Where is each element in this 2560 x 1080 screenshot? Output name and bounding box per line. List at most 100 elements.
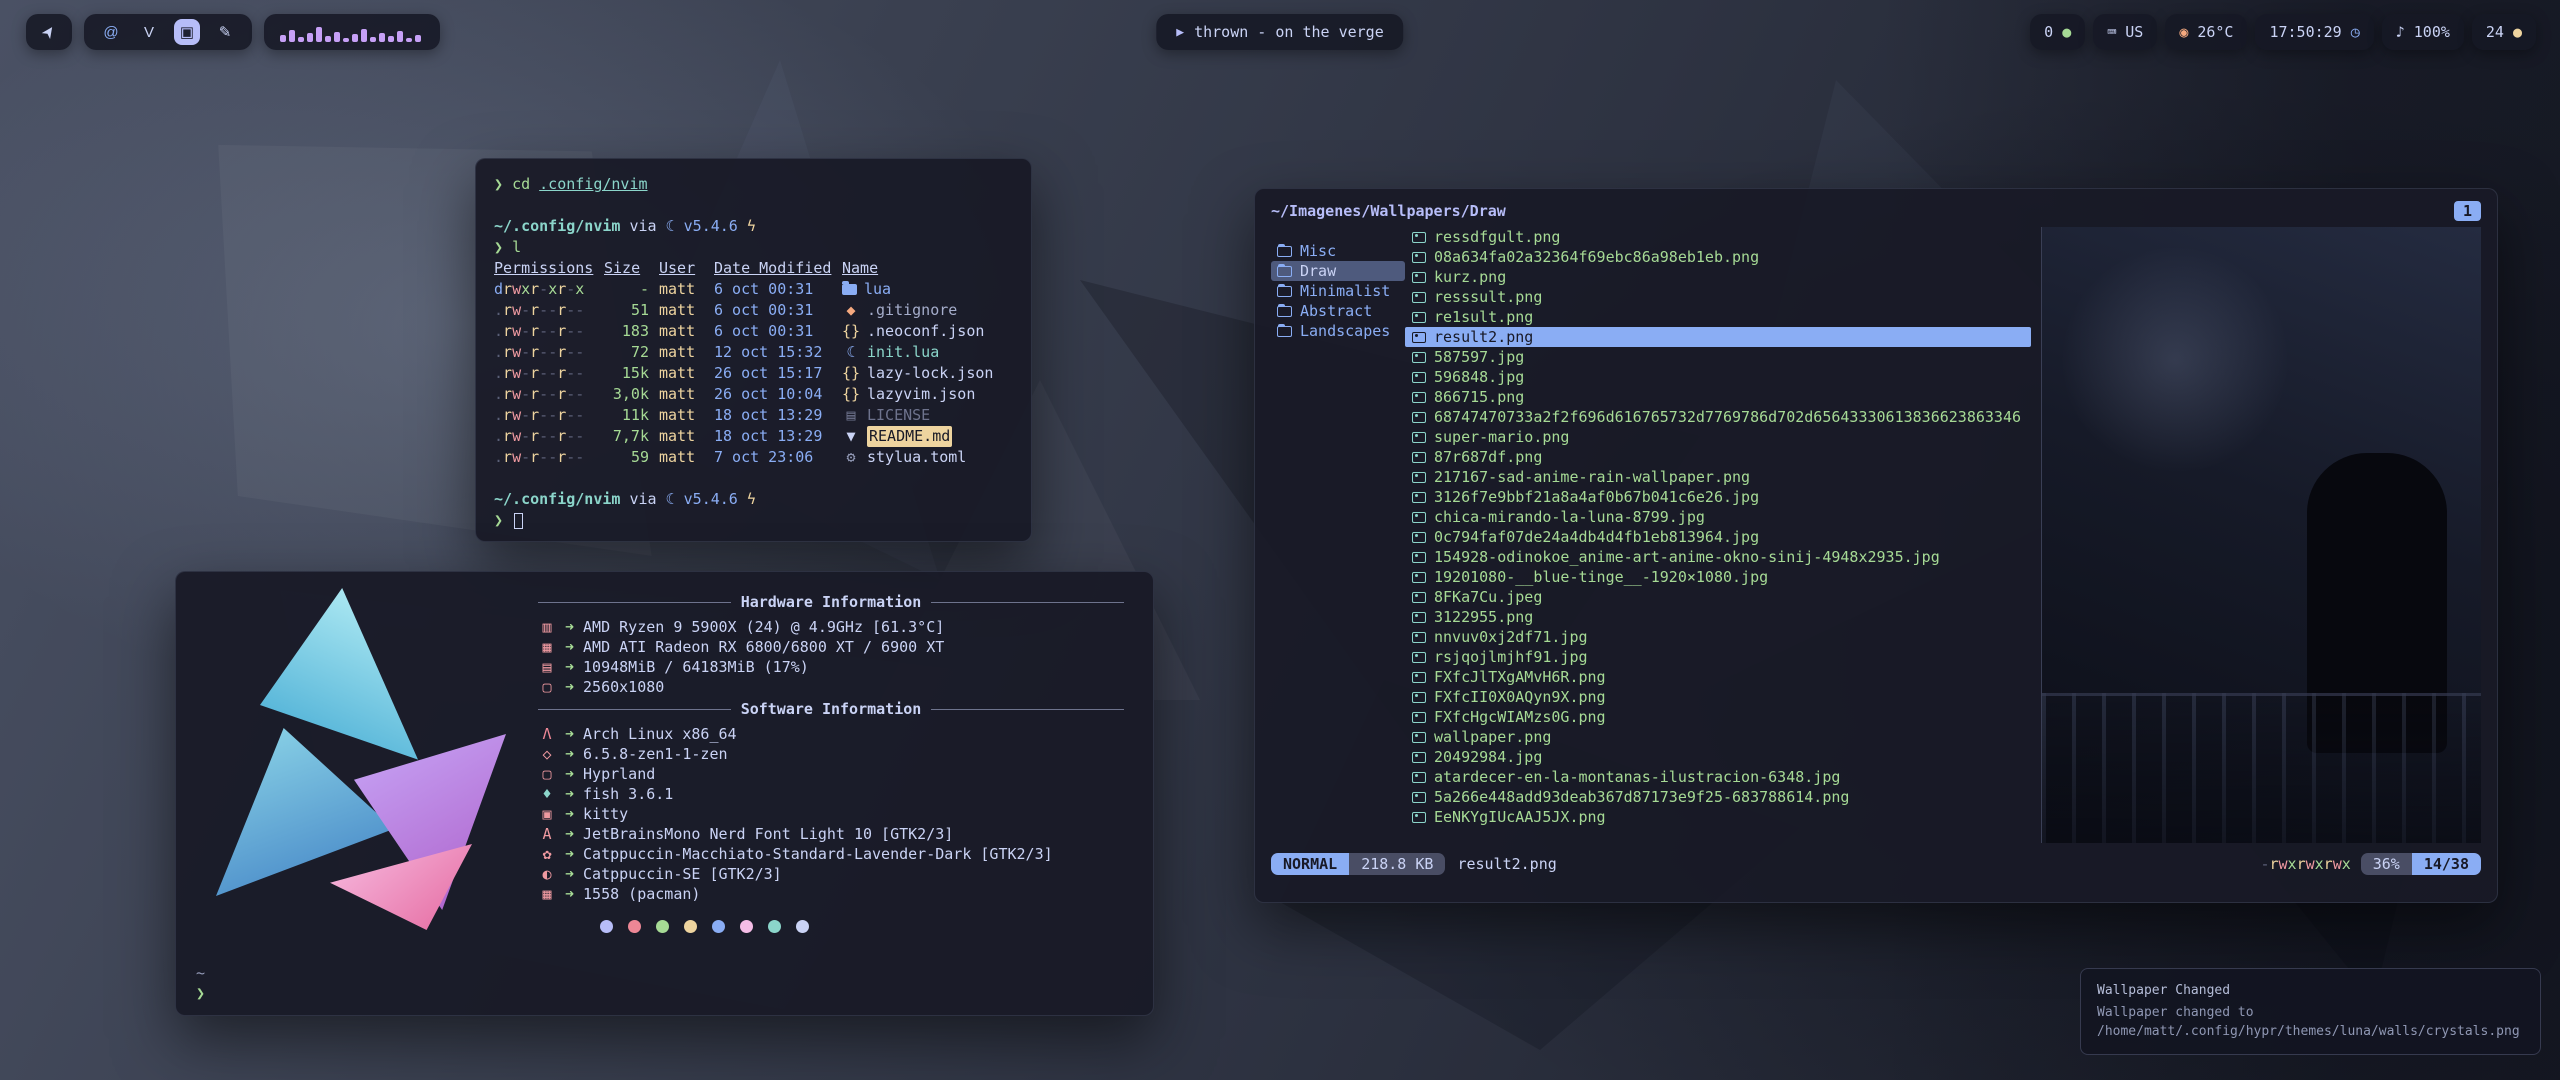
file-item[interactable]: 08a634fa02a32364f69ebc86a98eb1eb.png <box>1405 247 2031 267</box>
file-item[interactable]: 587597.jpg <box>1405 347 2031 367</box>
info-text: 6.5.8-zen1-1-zen <box>583 744 728 764</box>
file-item[interactable]: 3126f7e9bbf21a8a4af0b67b041c6e26.jpg <box>1405 487 2031 507</box>
file-item[interactable]: EeNKYgIUcAAJ5JX.png <box>1405 807 2031 827</box>
dock-item[interactable]: @ <box>98 19 124 45</box>
tab-badge[interactable]: 1 <box>2454 201 2481 221</box>
file-item[interactable]: rsjqojlmjhf91.jpg <box>1405 647 2031 667</box>
file-date: 18 oct 13:29 <box>714 426 832 447</box>
dock-item[interactable]: V <box>136 19 162 45</box>
info-line: ▣ ➜ kitty <box>538 804 1124 824</box>
file-item[interactable]: 3122955.png <box>1405 607 2031 627</box>
logo-triangle <box>216 728 394 896</box>
column-header: Date Modified <box>714 258 832 279</box>
file-item[interactable]: 87r687df.png <box>1405 447 2031 467</box>
file-item[interactable]: FXfcJlTXgAMvH6R.png <box>1405 667 2031 687</box>
status-module[interactable]: ◉ 26°C <box>2165 14 2247 50</box>
breadcrumb-path: ~/Imagenes/Wallpapers/Draw <box>1271 201 1506 221</box>
status-module[interactable]: ● 24 <box>2472 14 2536 50</box>
file-item[interactable]: resssult.png <box>1405 287 2031 307</box>
file-item[interactable]: 596848.jpg <box>1405 367 2031 387</box>
software-section-header: Software Information <box>538 699 1124 719</box>
info-text: Arch Linux x86_64 <box>583 724 737 744</box>
file-name: {} .neoconf.json <box>842 321 1013 342</box>
file-item[interactable]: 217167-sad-anime-rain-wallpaper.png <box>1405 467 2031 487</box>
directory-item[interactable]: Minimalist <box>1271 281 1405 301</box>
file-item-name: 587597.jpg <box>1434 347 1524 367</box>
table-row: .rw-r--r-- 3,0k matt 26 oct 10:04 {} laz… <box>494 384 1013 405</box>
image-icon <box>1412 552 1426 563</box>
topbar-left: ➤ @ V ▣ ✎ <box>26 14 440 50</box>
palette-dot <box>740 920 753 933</box>
status-module[interactable]: ◷ 17:50:29 <box>2255 14 2373 50</box>
file-owner: matt <box>659 405 704 426</box>
dock-item[interactable]: ▣ <box>174 19 200 45</box>
file-name-text: LICENSE <box>867 405 930 426</box>
info-line: ▤ ➜ 10948MiB / 64183MiB (17%) <box>538 657 1124 677</box>
command-arg: .config/nvim <box>539 175 647 193</box>
file-item[interactable]: re1sult.png <box>1405 307 2031 327</box>
file-item[interactable]: 19201080-__blue-tinge__-1920×1080.jpg <box>1405 567 2031 587</box>
file-name-text: .neoconf.json <box>867 321 984 342</box>
file-item[interactable]: 8FKa7Cu.jpeg <box>1405 587 2031 607</box>
palette-dot <box>656 920 669 933</box>
directory-item[interactable]: Draw <box>1271 261 1405 281</box>
status-icon: ♪ <box>2396 23 2405 41</box>
command-text: cd <box>512 175 530 193</box>
file-item[interactable]: atardecer-en-la-montanas-ilustracion-634… <box>1405 767 2031 787</box>
permissions: .rw-r--r-- <box>494 426 594 447</box>
image-icon <box>1412 472 1426 483</box>
file-item[interactable]: result2.png <box>1405 327 2031 347</box>
file-name: ☾ init.lua <box>842 342 1013 363</box>
file-item[interactable]: kurz.png <box>1405 267 2031 287</box>
image-icon <box>1412 492 1426 503</box>
directory-item[interactable]: Landscapes <box>1271 321 1405 341</box>
file-item[interactable]: ressdfgult.png <box>1405 227 2031 247</box>
file-item[interactable]: nnvuv0xj2df71.jpg <box>1405 627 2031 647</box>
info-icon: Λ <box>538 724 556 744</box>
directory-item[interactable]: Misc <box>1271 241 1405 261</box>
file-item[interactable]: 866715.png <box>1405 387 2031 407</box>
status-module[interactable]: ● 0 <box>2030 14 2085 50</box>
fetch-terminal-window: Hardware Information ▥ ➜ AMD Ryzen 9 590… <box>175 571 1154 1016</box>
info-line: ◐ ➜ Catppuccin-SE [GTK2/3] <box>538 864 1124 884</box>
dock-item[interactable]: ✎ <box>212 19 238 45</box>
file-item[interactable]: 5a266e448add93deab367d87173e9f25-6837886… <box>1405 787 2031 807</box>
file-item[interactable]: 154928-odinokoe_anime-art-anime-okno-sin… <box>1405 547 2031 567</box>
file-item[interactable]: super-mario.png <box>1405 427 2031 447</box>
status-module[interactable]: ♪ 100% <box>2382 14 2464 50</box>
file-item-name: ressdfgult.png <box>1434 227 1560 247</box>
directory-name: Abstract <box>1300 301 1372 321</box>
info-line: ▦ ➜ AMD ATI Radeon RX 6800/6800 XT / 690… <box>538 637 1124 657</box>
file-item[interactable]: 0c794faf07de24a4db4d4fb1eb813964.jpg <box>1405 527 2031 547</box>
divider <box>538 709 731 710</box>
file-date: 7 oct 23:06 <box>714 447 832 468</box>
column-header: Permissions <box>494 258 594 279</box>
terminal-input-line[interactable]: ~ ❯ <box>196 963 205 1003</box>
media-player-pill[interactable]: ▶ thrown - on the verge <box>1156 14 1403 50</box>
file-icon <box>842 284 857 295</box>
file-item[interactable]: chica-mirando-la-luna-8799.jpg <box>1405 507 2031 527</box>
visualizer-bar <box>334 32 340 42</box>
image-icon <box>1412 332 1426 343</box>
file-item[interactable]: wallpaper.png <box>1405 727 2031 747</box>
arrow-icon: ➜ <box>565 824 574 844</box>
terminal-input-line[interactable]: ❯ <box>494 510 1013 531</box>
palette-dot <box>768 920 781 933</box>
cwd-path: ~/.config/nvim <box>494 217 620 235</box>
notification-toast[interactable]: Wallpaper Changed Wallpaper changed to /… <box>2080 968 2541 1055</box>
info-text: Catppuccin-Macchiato-Standard-Lavender-D… <box>583 844 1053 864</box>
info-line: ♦ ➜ fish 3.6.1 <box>538 784 1124 804</box>
file-manager-header: ~/Imagenes/Wallpapers/Draw 1 <box>1271 199 2481 223</box>
file-item[interactable]: 68747470733a2f2f696d616765732d7769786d70… <box>1405 407 2031 427</box>
file-item[interactable]: FXfcHgcWIAMzs0G.png <box>1405 707 2031 727</box>
status-value: US <box>2125 23 2143 41</box>
launcher-button[interactable]: ➤ <box>26 14 72 50</box>
file-item[interactable]: 20492984.jpg <box>1405 747 2031 767</box>
section-title: Hardware Information <box>741 592 922 612</box>
file-item-name: super-mario.png <box>1434 427 1569 447</box>
launcher-arrow-icon: ➤ <box>37 21 61 43</box>
status-module[interactable]: ⌨ US <box>2093 14 2157 50</box>
file-item[interactable]: FXfcII0X0AQyn9X.png <box>1405 687 2031 707</box>
directory-item[interactable]: Abstract <box>1271 301 1405 321</box>
file-item-name: FXfcHgcWIAMzs0G.png <box>1434 707 1606 727</box>
